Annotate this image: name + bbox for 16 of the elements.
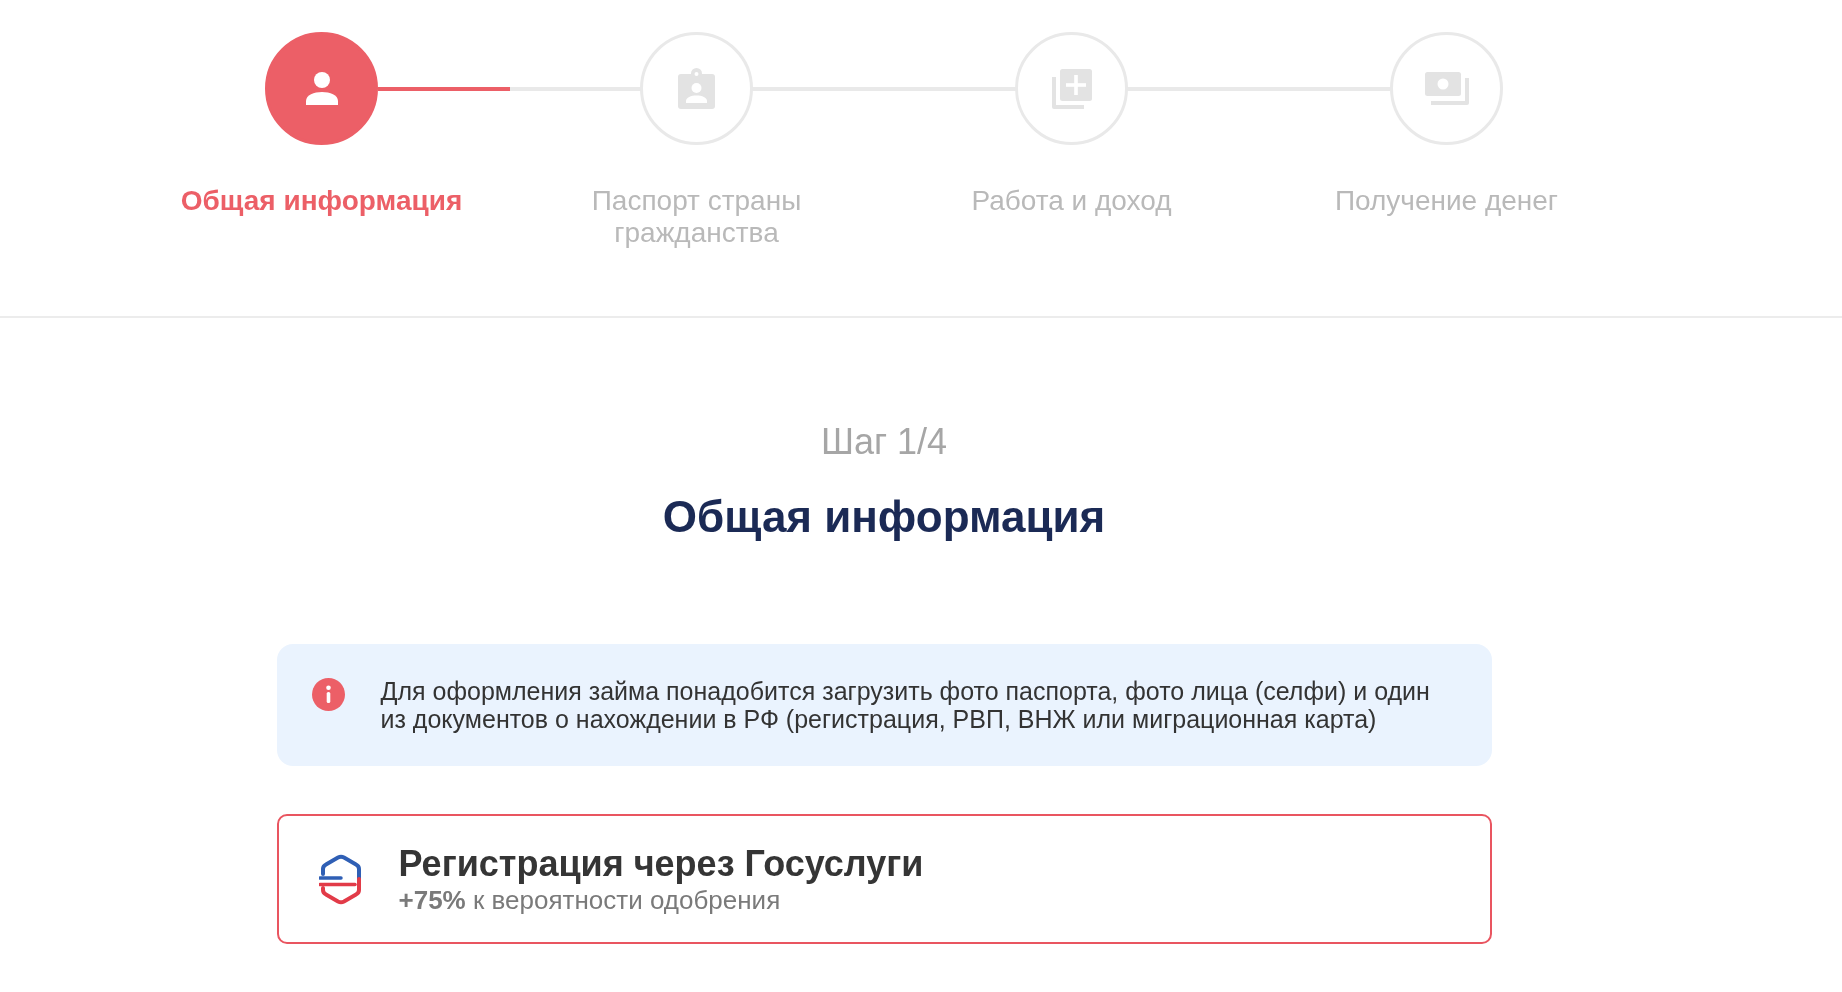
- step-label: Получение денег: [1334, 185, 1559, 218]
- hexagon-logo-icon: [318, 853, 363, 905]
- stacked-plus-icon: [1051, 68, 1092, 109]
- step-label: Общая информация: [180, 185, 463, 218]
- info-icon: [311, 678, 345, 711]
- registration-title: Регистрация через Госуслуги: [398, 843, 924, 885]
- id-badge-icon: [678, 68, 715, 109]
- notice-text: Для оформления займа понадобится загрузить фото паспорта, фото лица (селфи) и один из документов о нахождении в РФ (регистрация, РВП, ВНЖ или миграционная карта): [380, 677, 1431, 733]
- person-icon: [305, 72, 338, 105]
- cash-stack-icon: [1424, 72, 1469, 105]
- step-label: Паспорт страны гражданства: [590, 185, 803, 249]
- page-heading: Общая информация: [662, 491, 1106, 543]
- approval-hint: +75% к вероятности одобрения: [398, 885, 782, 915]
- step-label: Работа и доход: [971, 185, 1172, 218]
- registration-card[interactable]: Регистрация через Госуслуги +75% к вероятности одобрения: [276, 814, 1492, 944]
- step-counter: Шаг 1/4: [820, 420, 948, 464]
